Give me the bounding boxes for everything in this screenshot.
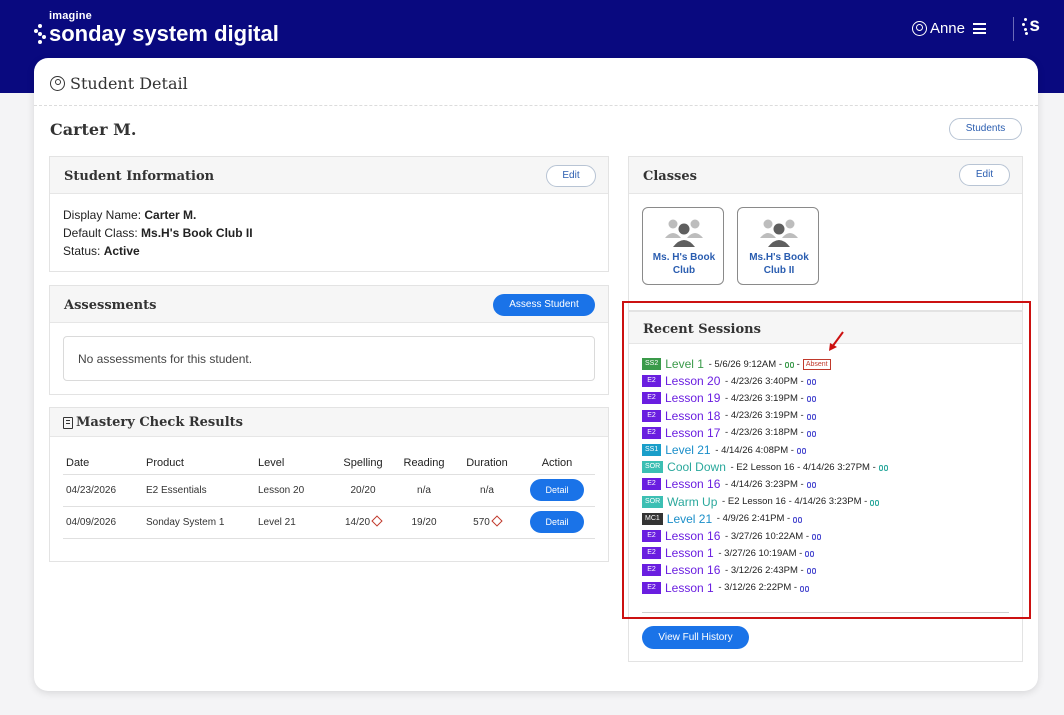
detail-button[interactable]: Detail bbox=[530, 511, 584, 533]
view-full-history-button[interactable]: View Full History bbox=[642, 626, 749, 649]
student-information-title: Student Information bbox=[64, 169, 215, 184]
row-date: 04/23/2026 bbox=[63, 474, 143, 507]
row-duration: 570 bbox=[455, 506, 519, 539]
page-header: Student Detail bbox=[34, 58, 1038, 106]
mastery-check-title-text: Mastery Check Results bbox=[76, 415, 243, 430]
col-duration: Duration bbox=[455, 452, 519, 475]
classes-header: Classes Edit bbox=[629, 157, 1022, 194]
status-value: Active bbox=[103, 244, 140, 258]
brand-corner-text: s bbox=[1029, 15, 1040, 36]
row-duration: n/a bbox=[455, 474, 519, 507]
student-circle-icon bbox=[50, 76, 65, 91]
user-menu[interactable]: Anne bbox=[911, 20, 986, 37]
display-name-value: Carter M. bbox=[144, 208, 197, 222]
brand-corner-dots-icon bbox=[1022, 17, 1029, 35]
row-spelling: 14/20 bbox=[333, 506, 393, 539]
assessments-empty-message: No assessments for this student. bbox=[63, 336, 595, 381]
classes-panel: Classes Edit Ms. H's Book Club Ms.H's Bo… bbox=[628, 156, 1023, 311]
classes-title: Classes bbox=[643, 169, 697, 184]
status-label: Status: bbox=[63, 244, 101, 258]
row-level: Lesson 20 bbox=[255, 474, 333, 507]
col-reading: Reading bbox=[393, 452, 455, 475]
class-tile-book-club[interactable]: Ms. H's Book Club bbox=[642, 207, 724, 285]
table-row: 04/23/2026 E2 Essentials Lesson 20 20/20… bbox=[63, 474, 595, 507]
user-name: Anne bbox=[929, 20, 965, 37]
col-date: Date bbox=[63, 452, 143, 475]
assessments-header: Assessments Assess Student bbox=[50, 286, 608, 323]
mastery-table: Date Product Level Spelling Reading Dura… bbox=[63, 452, 595, 539]
table-row: 04/09/2026 Sonday System 1 Level 21 14/2… bbox=[63, 506, 595, 539]
row-level: Level 21 bbox=[255, 506, 333, 539]
hamburger-menu-icon[interactable] bbox=[973, 23, 986, 34]
students-button[interactable]: Students bbox=[949, 118, 1022, 140]
user-icon bbox=[911, 21, 927, 36]
row-action: Detail bbox=[519, 506, 595, 539]
row-product: E2 Essentials bbox=[143, 474, 255, 507]
group-icon bbox=[665, 219, 703, 247]
classes-edit-button[interactable]: Edit bbox=[959, 164, 1010, 186]
book-icon bbox=[63, 416, 73, 429]
col-product: Product bbox=[143, 452, 255, 475]
default-class-value: Ms.H's Book Club II bbox=[141, 226, 253, 240]
row-spelling-value: 14/20 bbox=[344, 516, 371, 528]
default-class-row: Default Class: Ms.H's Book Club II bbox=[63, 224, 253, 242]
row-date: 04/09/2026 bbox=[63, 506, 143, 539]
class-name: Ms.H's Book Club II bbox=[749, 252, 809, 276]
display-name-label: Display Name: bbox=[63, 208, 142, 222]
warning-icon bbox=[371, 514, 383, 527]
highlight-box bbox=[622, 301, 1031, 619]
assessments-title: Assessments bbox=[64, 298, 157, 313]
brand-dots-icon bbox=[34, 24, 46, 44]
class-name: Ms. H's Book Club bbox=[652, 252, 716, 276]
col-level: Level bbox=[255, 452, 333, 475]
assess-student-button[interactable]: Assess Student bbox=[493, 294, 595, 316]
student-name: Carter M. bbox=[50, 120, 137, 139]
col-spelling: Spelling bbox=[333, 452, 393, 475]
assessments-panel: Assessments Assess Student No assessment… bbox=[49, 285, 609, 395]
row-reading: n/a bbox=[393, 474, 455, 507]
default-class-label: Default Class: bbox=[63, 226, 138, 240]
student-information-panel: Student Information Edit Display Name: C… bbox=[49, 156, 609, 272]
status-row: Status: Active bbox=[63, 242, 253, 260]
warning-icon bbox=[491, 514, 503, 527]
class-tile-book-club-ii[interactable]: Ms.H's Book Club II bbox=[737, 207, 819, 285]
page-title-text: Student Detail bbox=[70, 74, 188, 93]
row-duration-value: 570 bbox=[473, 516, 490, 528]
student-information-header: Student Information Edit bbox=[50, 157, 608, 194]
brand-main-text: sonday system digital bbox=[49, 21, 279, 46]
brand-corner-logo[interactable]: s bbox=[1022, 15, 1040, 37]
row-action: Detail bbox=[519, 474, 595, 507]
student-info-edit-button[interactable]: Edit bbox=[546, 165, 596, 187]
detail-button[interactable]: Detail bbox=[530, 479, 584, 501]
brand-logo[interactable]: imagine sonday system digital bbox=[34, 10, 279, 46]
mastery-check-panel: Mastery Check Results Date Product Level… bbox=[49, 407, 609, 562]
row-product: Sonday System 1 bbox=[143, 506, 255, 539]
col-action: Action bbox=[519, 452, 595, 475]
row-spelling: 20/20 bbox=[333, 474, 393, 507]
display-name-row: Display Name: Carter M. bbox=[63, 206, 253, 224]
mastery-check-header: Mastery Check Results bbox=[50, 408, 608, 437]
row-reading: 19/20 bbox=[393, 506, 455, 539]
header-divider bbox=[1013, 17, 1014, 41]
mastery-table-header-row: Date Product Level Spelling Reading Dura… bbox=[63, 452, 595, 475]
mastery-check-title: Mastery Check Results bbox=[63, 415, 243, 430]
page-title: Student Detail bbox=[50, 74, 188, 93]
group-icon bbox=[760, 219, 798, 247]
